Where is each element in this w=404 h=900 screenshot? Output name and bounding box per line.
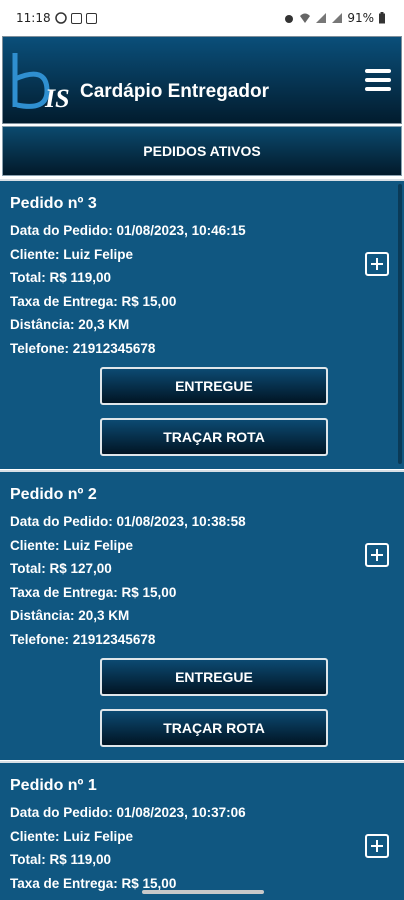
menu-icon-line [365, 78, 391, 82]
expand-icon[interactable] [365, 834, 389, 858]
section-header: PEDIDOS ATIVOS [2, 126, 402, 176]
trace-route-button[interactable]: TRAÇAR ROTA [100, 709, 328, 747]
order-title: Pedido nº 3 [10, 195, 97, 212]
alarm-icon [283, 12, 295, 24]
signal-icon [315, 12, 327, 24]
wifi-icon [299, 12, 311, 24]
status-bar: 11:18 91% [0, 0, 404, 36]
delivered-button[interactable]: ENTREGUE [100, 367, 328, 405]
order-card: Pedido nº 3 Data do Pedido: 01/08/2023, … [0, 179, 404, 469]
app-logo: IS [9, 49, 79, 113]
whatsapp-icon [54, 12, 67, 24]
app-title: Cardápio Entregador [80, 81, 269, 102]
order-distance: Distância: 20,3 KM [10, 608, 130, 623]
signal-icon-2 [331, 12, 343, 24]
order-total: Total: R$ 119,00 [10, 270, 112, 285]
order-fee: Taxa de Entrega: R$ 15,00 [10, 585, 177, 600]
order-client: Cliente: Luiz Felipe [10, 829, 134, 844]
menu-button[interactable] [365, 69, 391, 91]
order-total: Total: R$ 119,00 [10, 852, 112, 867]
order-phone: Telefone: 21912345678 [10, 341, 156, 356]
status-right: 91% [283, 11, 390, 25]
notification-icon [70, 12, 82, 24]
app-header: IS Cardápio Entregador [2, 36, 402, 124]
order-date: Data do Pedido: 01/08/2023, 10:37:06 [10, 805, 246, 820]
gesture-nav-bar[interactable] [142, 890, 264, 894]
menu-icon [365, 69, 391, 73]
battery-icon [378, 12, 390, 24]
order-client: Cliente: Luiz Felipe [10, 538, 134, 553]
order-date: Data do Pedido: 01/08/2023, 10:38:58 [10, 514, 246, 529]
battery-percent: 91% [347, 11, 374, 25]
status-left: 11:18 [16, 11, 97, 25]
menu-icon-line [365, 87, 391, 91]
order-card: Pedido nº 2 Data do Pedido: 01/08/2023, … [0, 470, 404, 760]
order-client: Cliente: Luiz Felipe [10, 247, 134, 262]
order-title: Pedido nº 1 [10, 777, 97, 794]
order-total: Total: R$ 127,00 [10, 561, 112, 576]
order-phone: Telefone: 21912345678 [10, 632, 156, 647]
expand-icon[interactable] [365, 543, 389, 567]
delivered-button[interactable]: ENTREGUE [100, 658, 328, 696]
order-card: Pedido nº 1 Data do Pedido: 01/08/2023, … [0, 761, 404, 900]
order-date: Data do Pedido: 01/08/2023, 10:46:15 [10, 223, 246, 238]
order-distance: Distância: 20,3 KM [10, 317, 130, 332]
svg-text:IS: IS [44, 84, 70, 113]
order-fee: Taxa de Entrega: R$ 15,00 [10, 294, 177, 309]
scrollbar[interactable] [398, 184, 402, 464]
trace-route-button[interactable]: TRAÇAR ROTA [100, 418, 328, 456]
section-title: PEDIDOS ATIVOS [143, 143, 261, 159]
status-time: 11:18 [16, 11, 51, 25]
order-title: Pedido nº 2 [10, 486, 97, 503]
notification-icon-2 [85, 12, 97, 24]
expand-icon[interactable] [365, 252, 389, 276]
order-fee: Taxa de Entrega: R$ 15,00 [10, 876, 177, 891]
